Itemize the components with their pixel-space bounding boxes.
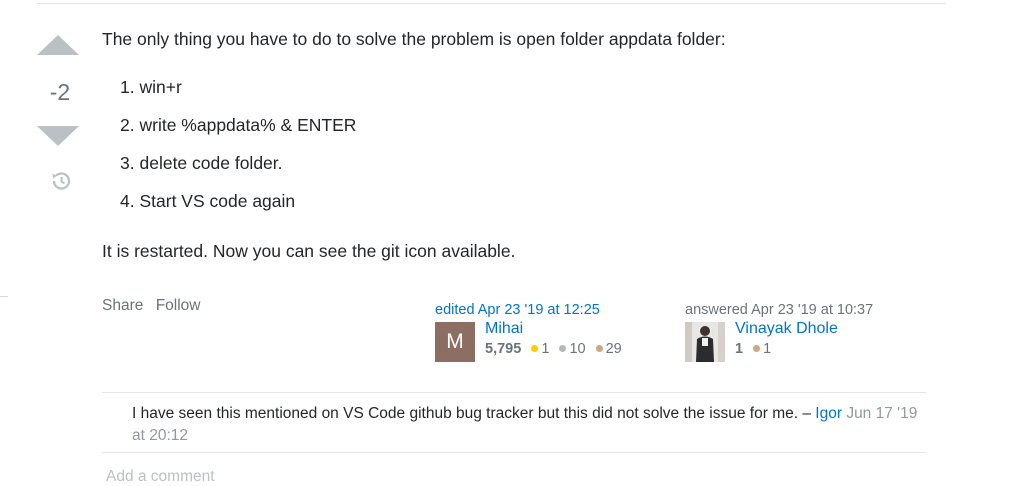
edited-timestamp-link[interactable]: edited Apr 23 '19 at 12:25 [435,302,600,318]
author-name-link[interactable]: Vinayak Dhole [735,320,838,338]
follow-link[interactable]: Follow [156,297,201,314]
silver-badge-icon [559,345,567,352]
bronze-badge-count: 1 [763,341,772,357]
answered-timestamp: answered Apr 23 '19 at 10:37 [685,302,874,318]
bronze-badge-count: 29 [605,341,622,357]
add-comment-link[interactable]: Add a comment [106,468,215,486]
silver-badge-count: 10 [569,341,586,357]
gold-badge-count: 1 [541,341,550,357]
comment-user-link[interactable]: Igor [815,405,842,422]
editor-name-link[interactable]: Mihai [485,320,523,338]
bronze-badge: 29 [595,341,622,357]
answer-outro: It is restarted. Now you can see the git… [102,241,516,261]
list-item: 2. write %appdata% & ENTER [120,113,356,137]
step-text: Start VS code again [139,191,296,211]
vote-count: -2 [49,79,71,105]
editor-signature: edited Apr 23 '19 at 12:25 M Mihai 5,795… [435,302,622,362]
comment-dash: – [802,405,811,422]
list-item: 4. Start VS code again [120,189,295,213]
comments-divider [102,392,926,393]
list-item: 1. win+r [120,75,182,99]
author-signature: answered Apr 23 '19 at 10:37 Vinayak Dho… [685,302,874,362]
comment-divider [102,452,926,453]
step-number: 2. [120,115,135,135]
step-number: 3. [120,153,135,173]
top-divider [37,3,946,4]
history-icon[interactable] [49,169,73,193]
comment-text: I have seen this mentioned on VS Code gi… [132,405,799,422]
step-text: write %appdata% & ENTER [139,115,357,135]
bronze-badge-icon [595,345,603,352]
upvote-arrow-icon[interactable] [37,35,79,55]
reputation-score: 1 [735,341,744,357]
comment: I have seen this mentioned on VS Code gi… [132,403,922,447]
left-edge-mark [0,296,8,297]
bronze-badge: 1 [753,341,771,357]
reputation-score: 5,795 [485,341,522,357]
bronze-badge-icon [753,345,761,352]
share-link[interactable]: Share [102,297,143,314]
step-text: delete code folder. [139,153,283,173]
gold-badge-icon [531,345,539,352]
list-item: 3. delete code folder. [120,151,283,175]
post-menu: Share Follow [102,297,208,315]
step-number: 4. [120,191,135,211]
avatar[interactable]: M [435,322,475,362]
downvote-arrow-icon[interactable] [37,126,79,146]
silver-badge: 10 [559,341,586,357]
author-reputation: 1 1 [735,341,777,357]
editor-reputation: 5,795 1 10 29 [485,341,628,357]
answer-intro: The only thing you have to do to solve t… [102,29,726,49]
step-number: 1. [120,77,135,97]
avatar[interactable] [685,322,725,362]
step-text: win+r [139,77,182,97]
gold-badge: 1 [531,341,549,357]
